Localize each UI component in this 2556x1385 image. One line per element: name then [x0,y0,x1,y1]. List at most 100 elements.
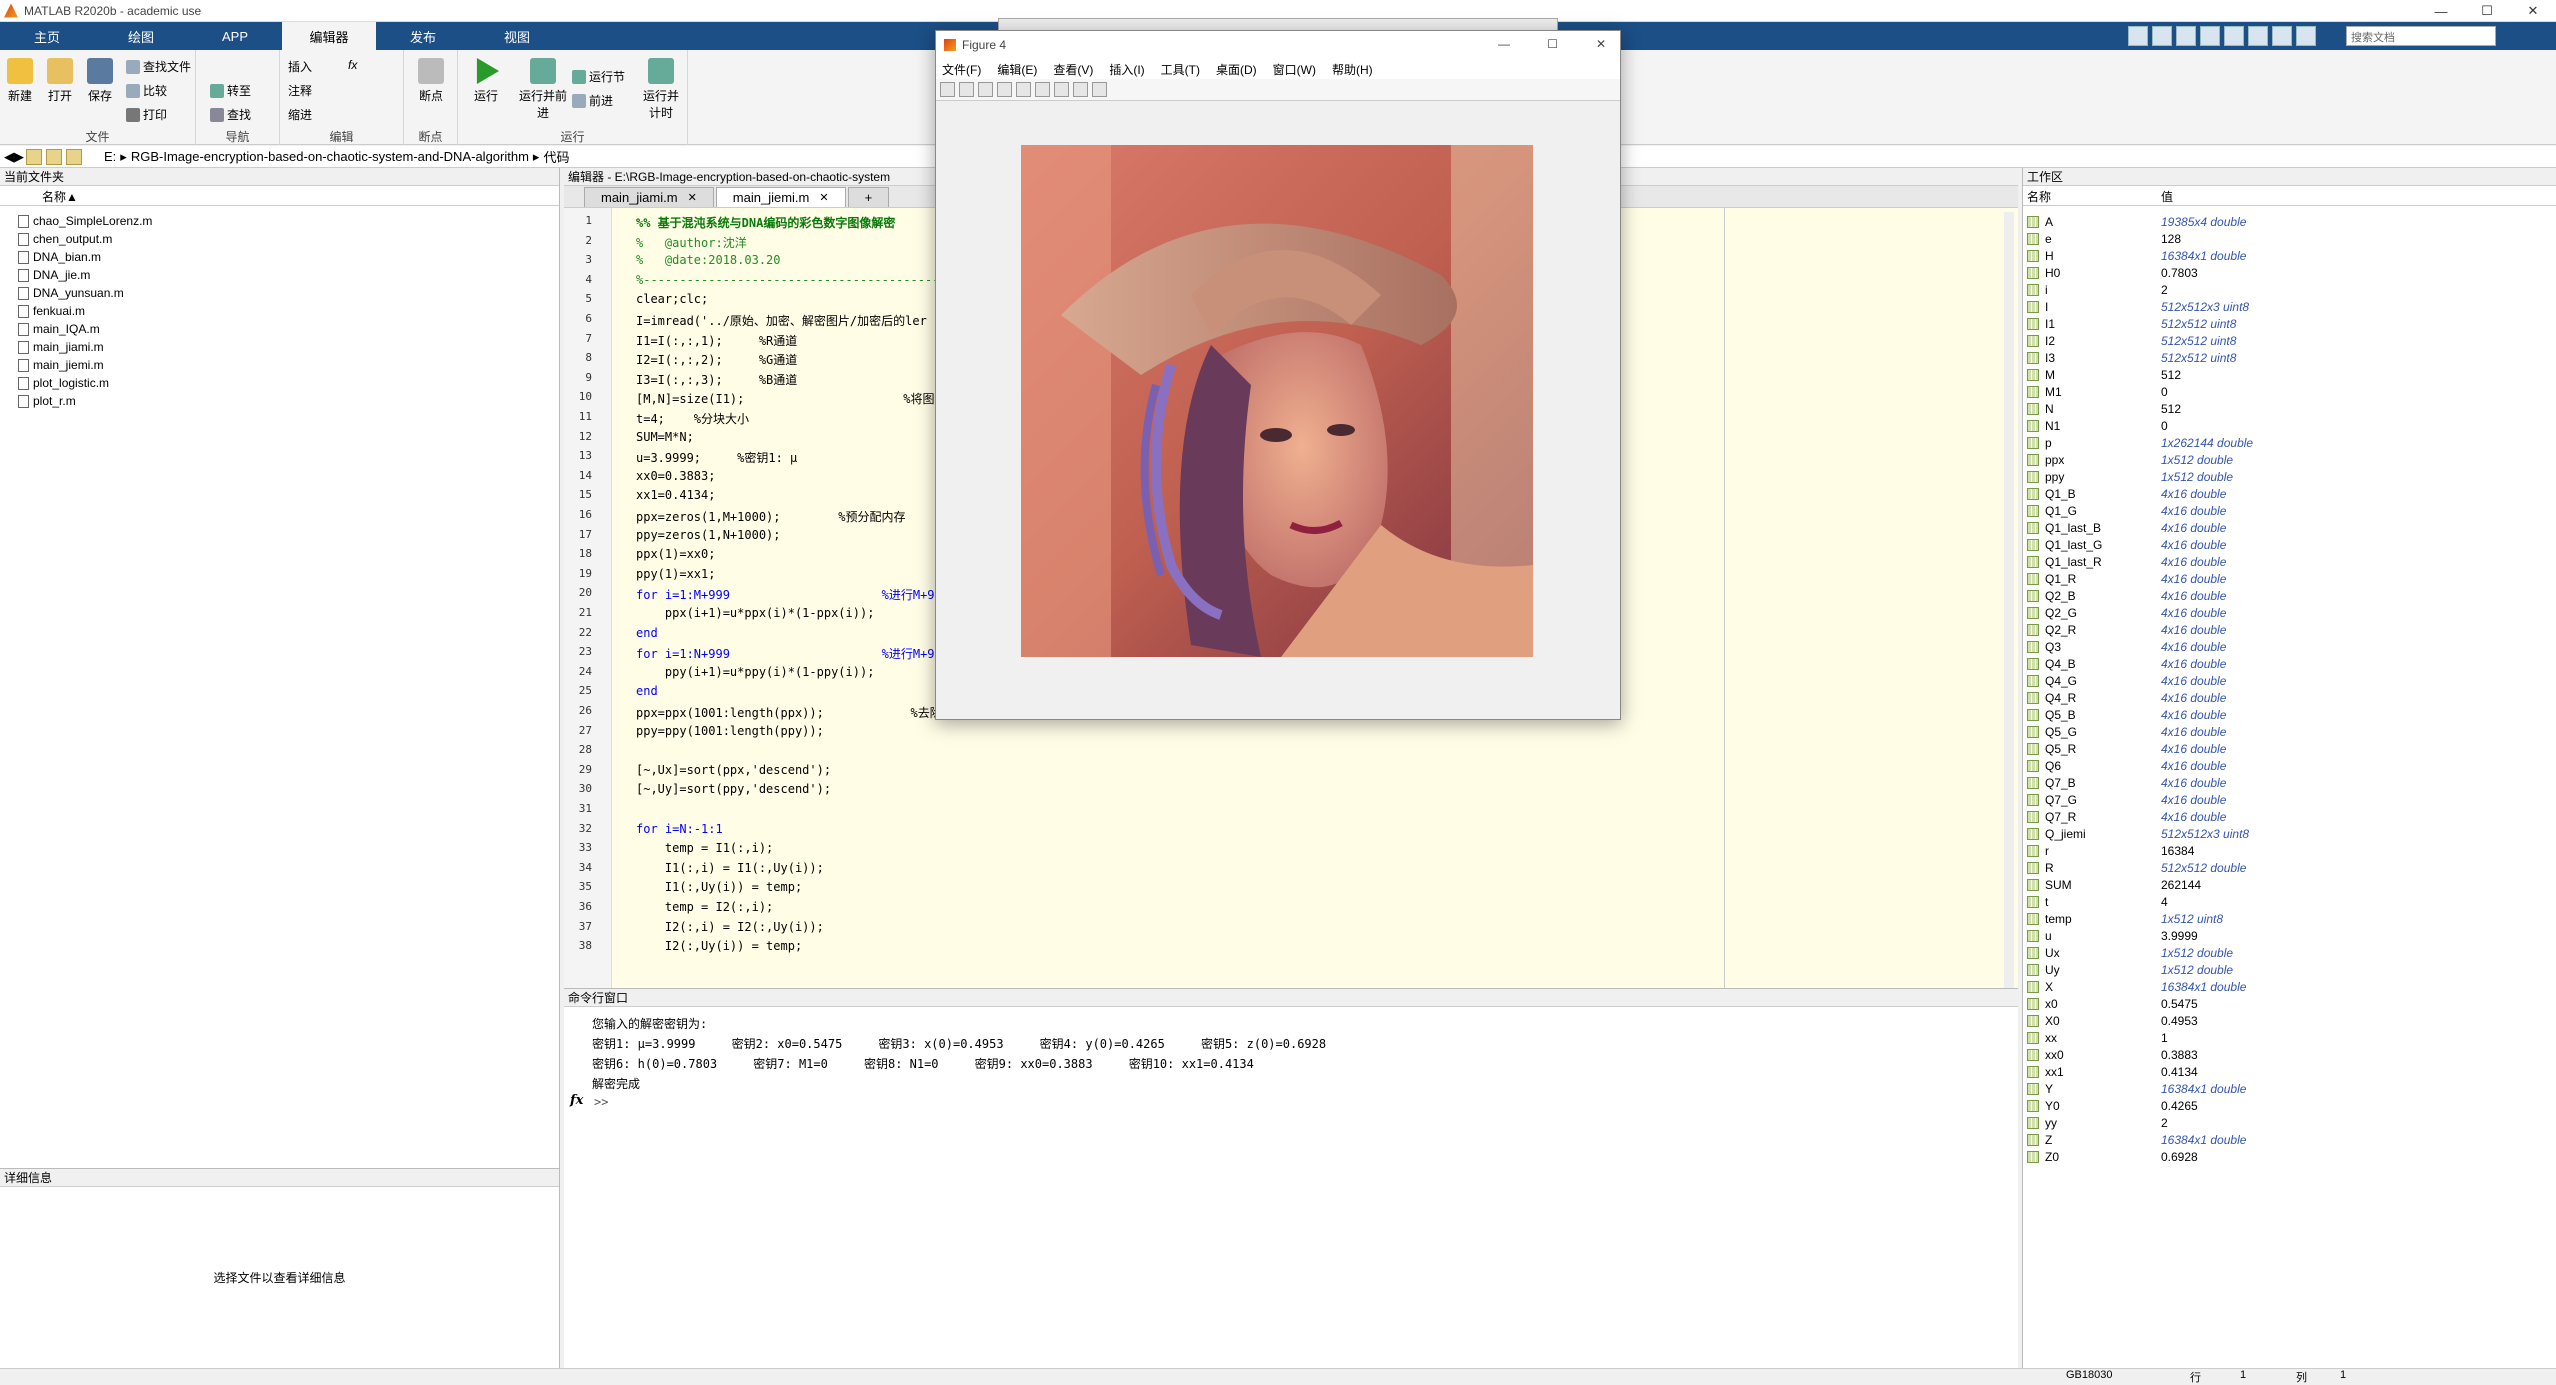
link-plot-icon[interactable] [1016,82,1031,97]
close-tab-icon[interactable]: ✕ [819,191,828,204]
workspace-variable-row[interactable]: x0 0.5475 [2023,996,2556,1013]
code-line[interactable]: temp = I2(:,i); [636,900,773,914]
workspace-variable-row[interactable]: e 128 [2023,231,2556,248]
compare-button[interactable]: 比较 [126,82,167,99]
file-item[interactable]: fenkuai.m [18,302,85,320]
new-tab-button[interactable]: + [847,187,890,207]
workspace-value-column[interactable]: 值 [2161,188,2173,205]
workspace-variable-row[interactable]: Q1_G 4x16 double [2023,503,2556,520]
fx-button[interactable]: fx [348,58,357,72]
code-line[interactable]: clear;clc; [636,292,708,306]
breakpoints-button[interactable]: 断点 [413,58,449,104]
fx-icon[interactable]: fx [570,1093,583,1108]
command-prompt[interactable]: >> [594,1095,608,1109]
workspace-variable-row[interactable]: Q4_R 4x16 double [2023,690,2556,707]
property-inspector-icon[interactable] [1092,82,1107,97]
editor-scrollbar[interactable] [2004,212,2014,992]
code-line[interactable]: [~,Uy]=sort(ppy,'descend'); [636,782,831,796]
file-item[interactable]: main_jiemi.m [18,356,104,374]
save-figure-icon[interactable] [978,82,993,97]
figure-menu-item[interactable]: 窗口(W) [1273,61,1316,78]
workspace-variable-row[interactable]: A 19385x4 double [2023,214,2556,231]
workspace-variable-row[interactable]: Uy 1x512 double [2023,962,2556,979]
code-line[interactable]: end [636,684,658,698]
workspace-variable-row[interactable]: ppy 1x512 double [2023,469,2556,486]
workspace-variable-row[interactable]: Q7_R 4x16 double [2023,809,2556,826]
workspace-variable-row[interactable]: Q6 4x16 double [2023,758,2556,775]
workspace-variable-row[interactable]: Q2_R 4x16 double [2023,622,2556,639]
insert-legend-icon[interactable] [1054,82,1069,97]
workspace-variable-row[interactable]: Q1_R 4x16 double [2023,571,2556,588]
file-item[interactable]: main_jiami.m [18,338,104,356]
workspace-variable-row[interactable]: Q1_last_R 4x16 double [2023,554,2556,571]
editor-tab-main-jiemi[interactable]: main_jiemi.m ✕ [715,187,846,207]
run-button[interactable]: 运行 [468,58,504,104]
new-button[interactable]: 新建 [2,58,38,104]
file-item[interactable]: chao_SimpleLorenz.m [18,212,152,230]
search-docs-input[interactable]: 搜索文档 [2346,26,2496,46]
file-item[interactable]: DNA_yunsuan.m [18,284,124,302]
code-line[interactable]: t=4; %分块大小 [636,410,749,427]
workspace-variable-row[interactable]: M1 0 [2023,384,2556,401]
workspace-variable-row[interactable]: I1 512x512 uint8 [2023,316,2556,333]
workspace-variable-row[interactable]: Q1_B 4x16 double [2023,486,2556,503]
indent-button[interactable]: 缩进 [288,106,312,123]
code-line[interactable]: I3=I(:,:,3); %B通道 [636,371,797,388]
file-item[interactable]: DNA_jie.m [18,266,90,284]
workspace-variable-row[interactable]: Q3 4x16 double [2023,639,2556,656]
open-button[interactable]: 打开 [42,58,78,104]
workspace-variable-row[interactable]: Q1_last_G 4x16 double [2023,537,2556,554]
save-quick-icon[interactable] [2128,26,2148,46]
code-line[interactable]: ppx=zeros(1,M+1000); %预分配内存 [636,508,906,525]
workspace-variable-row[interactable]: Q1_last_B 4x16 double [2023,520,2556,537]
tab-editor[interactable]: 编辑器 [282,22,376,50]
search-folder-icon[interactable] [66,148,82,165]
redo-icon[interactable] [2248,26,2268,46]
back-icon[interactable]: ◀ [4,149,14,165]
file-item[interactable]: main_IQA.m [18,320,100,338]
workspace-variable-row[interactable]: Ux 1x512 double [2023,945,2556,962]
file-item[interactable]: chen_output.m [18,230,112,248]
code-line[interactable]: for i=N:-1:1 [636,822,723,836]
code-line[interactable]: I2=I(:,:,2); %G通道 [636,351,797,368]
figure-menu-item[interactable]: 帮助(H) [1332,61,1373,78]
run-section-button[interactable]: 运行节 [572,68,625,85]
workspace-variable-row[interactable]: i2 [2023,282,2556,299]
workspace-variable-row[interactable]: Q4_B 4x16 double [2023,656,2556,673]
workspace-variable-row[interactable]: Q7_B 4x16 double [2023,775,2556,792]
code-line[interactable]: I1(:,Uy(i)) = temp; [636,880,802,894]
close-tab-icon[interactable]: ✕ [688,191,697,204]
workspace-variable-row[interactable]: I 512x512x3 uint8 [2023,299,2556,316]
workspace-variable-row[interactable]: r 16384 [2023,843,2556,860]
code-line[interactable]: ppy=ppy(1001:length(ppy)); [636,724,824,738]
tab-plots[interactable]: 绘图 [94,22,188,50]
minimize-button[interactable]: — [2418,0,2464,22]
workspace-variable-row[interactable]: SUM 262144 [2023,877,2556,894]
comment-button[interactable]: 注释 [288,82,312,99]
tab-publish[interactable]: 发布 [376,22,470,50]
edit-plot-icon[interactable] [1073,82,1088,97]
workspace-variable-row[interactable]: xx1 0.4134 [2023,1064,2556,1081]
code-line[interactable]: I1(:,i) = I1(:,Uy(i)); [636,861,824,875]
copy-icon[interactable] [2176,26,2196,46]
file-item[interactable]: DNA_bian.m [18,248,101,266]
figure-menu-item[interactable]: 桌面(D) [1216,61,1257,78]
browse-folder-icon[interactable] [46,148,62,165]
open-file-icon[interactable] [959,82,974,97]
figure-minimize-button[interactable]: — [1498,37,1510,51]
code-line[interactable]: xx0=0.3883; [636,469,715,483]
help-icon[interactable] [2296,26,2316,46]
undo-icon[interactable] [2224,26,2244,46]
workspace-variable-row[interactable]: u 3.9999 [2023,928,2556,945]
workspace-variable-row[interactable]: Q5_R 4x16 double [2023,741,2556,758]
code-line[interactable]: for i=1:N+999 %进行M+999次循 [636,645,973,662]
close-button[interactable]: ✕ [2510,0,2556,22]
editor-tab-main-jiami[interactable]: main_jiami.m ✕ [584,187,714,207]
workspace-variable-row[interactable]: Q7_G 4x16 double [2023,792,2556,809]
workspace-variable-row[interactable]: I2 512x512 uint8 [2023,333,2556,350]
code-line[interactable]: ppx(i+1)=u*ppx(i)*(1-ppx(i)); [636,606,875,620]
workspace-variable-row[interactable]: Q_jiemi 512x512x3 uint8 [2023,826,2556,843]
goto-button[interactable]: 转至 [210,82,251,99]
paste-icon[interactable] [2200,26,2220,46]
find-files-button[interactable]: 查找文件 [126,58,191,75]
